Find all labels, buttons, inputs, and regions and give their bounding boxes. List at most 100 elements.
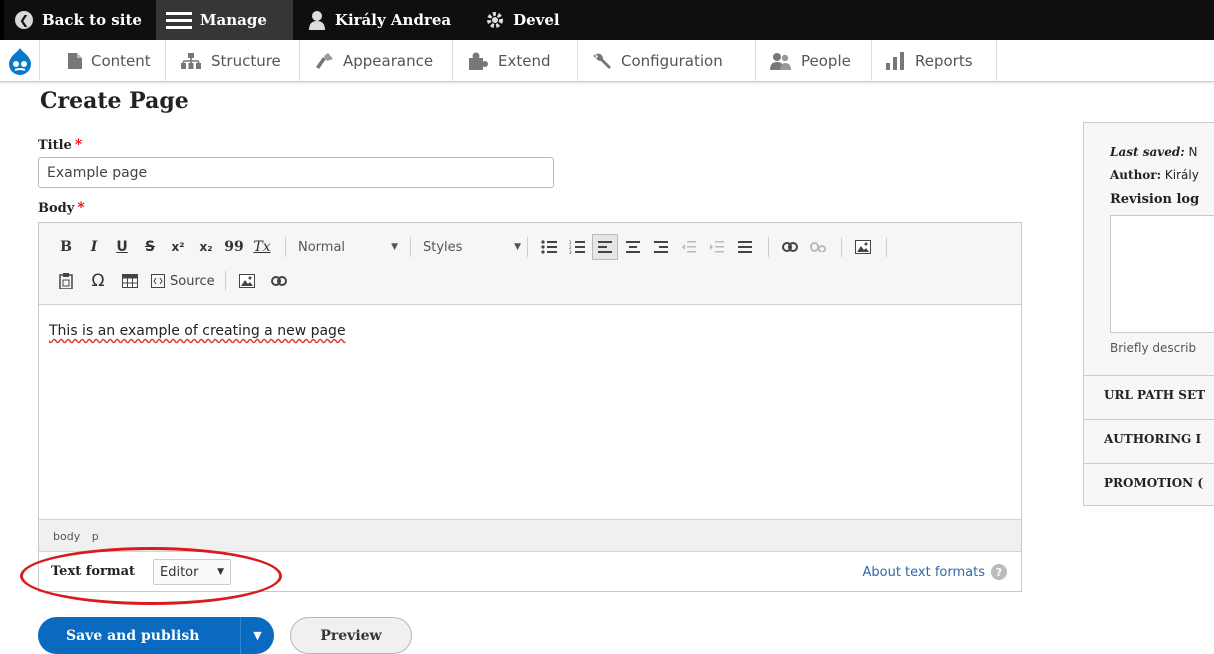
about-text-formats-link[interactable]: About text formats ?	[862, 564, 1007, 580]
text-format-label: Text format	[51, 564, 136, 579]
outdent-icon[interactable]	[676, 234, 702, 260]
preview-button[interactable]: Preview	[290, 617, 412, 654]
tray-item-configuration[interactable]: Configuration	[578, 40, 756, 82]
save-and-publish-button[interactable]: Save and publish ▼	[38, 617, 274, 654]
text-format-bar: Text format Editor ▼ About text formats …	[39, 551, 1021, 591]
align-right-icon[interactable]	[648, 234, 674, 260]
special-char-icon[interactable]: Ω	[85, 268, 111, 294]
editor-toolbar-row-1: B I U S x² x₂ 99 Tx Normal ▼ Styles ▼ 123	[53, 233, 895, 261]
body-editor: B I U S x² x₂ 99 Tx Normal ▼ Styles ▼ 123	[38, 222, 1022, 592]
admin-tray: Content Structure Appearance Extend Conf…	[0, 40, 1214, 82]
tray-item-extend[interactable]: Extend	[453, 40, 578, 82]
revision-log-textarea[interactable]	[1110, 215, 1214, 333]
link-icon[interactable]	[266, 268, 292, 294]
tray-label-content: Content	[91, 52, 151, 70]
toolbar-separator	[224, 271, 226, 291]
paste-icon[interactable]	[53, 268, 79, 294]
manage-label: Manage	[199, 11, 267, 29]
tray-item-structure[interactable]: Structure	[166, 40, 300, 82]
puzzle-icon	[469, 52, 488, 70]
save-options-dropdown[interactable]: ▼	[240, 617, 274, 654]
user-menu-tab[interactable]: Király Andrea	[293, 0, 465, 40]
numbered-list-icon[interactable]: 123	[564, 234, 590, 260]
image-icon[interactable]	[234, 268, 260, 294]
strikethrough-button[interactable]: S	[137, 234, 163, 260]
save-and-publish-label: Save and publish	[66, 627, 200, 644]
path-item-p[interactable]: p	[92, 530, 99, 543]
promotion-options-section[interactable]: PROMOTION (	[1084, 463, 1214, 503]
link-icon[interactable]	[777, 234, 803, 260]
hamburger-menu-icon	[165, 10, 192, 30]
caret-down-icon: ▼	[217, 567, 224, 577]
tray-label-appearance: Appearance	[343, 52, 434, 70]
user-name: Király Andrea	[334, 11, 452, 29]
body-field-label: Body *	[38, 200, 85, 216]
tray-item-people[interactable]: People	[756, 40, 872, 82]
tray-label-reports: Reports	[915, 52, 973, 70]
unlink-icon[interactable]	[805, 234, 831, 260]
gear-icon	[485, 10, 505, 30]
bulleted-list-icon[interactable]	[536, 234, 562, 260]
caret-down-icon: ▼	[514, 242, 521, 252]
caret-down-icon: ▼	[391, 242, 398, 252]
underline-button[interactable]: U	[109, 234, 135, 260]
devel-tab[interactable]: Devel	[465, 0, 574, 40]
indent-icon[interactable]	[704, 234, 730, 260]
back-to-site-label: Back to site	[42, 11, 142, 29]
tray-label-configuration: Configuration	[621, 52, 723, 70]
blockquote-button[interactable]: 99	[221, 234, 247, 260]
toolbar-separator	[886, 237, 887, 257]
image-icon[interactable]	[850, 234, 876, 260]
superscript-button[interactable]: x²	[165, 234, 191, 260]
title-field-label: Title *	[38, 137, 83, 153]
caret-down-icon: ▼	[253, 629, 262, 642]
toolbar-separator	[527, 237, 528, 257]
wrench-icon	[593, 53, 611, 69]
people-icon	[770, 53, 791, 70]
url-path-settings-section[interactable]: URL PATH SET	[1084, 375, 1214, 415]
tray-label-structure: Structure	[211, 52, 281, 70]
styles-combo-value: Styles	[423, 239, 463, 255]
editor-toolbar: B I U S x² x₂ 99 Tx Normal ▼ Styles ▼ 123	[39, 223, 1021, 305]
align-center-icon[interactable]	[620, 234, 646, 260]
tray-label-people: People	[801, 52, 851, 70]
path-item-body[interactable]: body	[53, 530, 80, 543]
remove-format-button[interactable]: Tx	[249, 234, 275, 260]
toolbar-separator	[841, 237, 842, 257]
back-to-site-link[interactable]: ❮ Back to site	[4, 0, 156, 40]
sitemap-icon	[181, 53, 201, 69]
source-button[interactable]: Source	[151, 268, 215, 294]
toolbar-separator	[410, 237, 411, 257]
subscript-button[interactable]: x₂	[193, 234, 219, 260]
tray-item-content[interactable]: Content	[40, 40, 166, 82]
styles-combo[interactable]: Styles ▼	[419, 235, 525, 259]
revision-log-label: Revision log	[1110, 192, 1200, 207]
source-label: Source	[170, 273, 215, 289]
tray-label-extend: Extend	[498, 52, 551, 70]
tray-item-appearance[interactable]: Appearance	[300, 40, 453, 82]
drupal-logo-icon[interactable]	[0, 40, 40, 82]
bold-button[interactable]: B	[53, 234, 79, 260]
align-justify-icon[interactable]	[732, 234, 758, 260]
toolbar-separator	[768, 237, 769, 257]
required-marker: *	[74, 137, 83, 153]
back-arrow-icon: ❮	[14, 10, 34, 30]
text-format-select[interactable]: Editor ▼	[153, 559, 231, 585]
page-title: Create Page	[40, 88, 189, 114]
editor-content-area[interactable]: This is an example of creating a new pag…	[39, 305, 1021, 519]
format-combo[interactable]: Normal ▼	[294, 235, 402, 259]
author: Author: Király	[1110, 168, 1199, 182]
align-left-icon[interactable]	[592, 234, 618, 260]
toolbar-separator	[285, 237, 286, 257]
title-input[interactable]	[38, 157, 554, 188]
italic-button[interactable]: I	[81, 234, 107, 260]
authoring-information-section[interactable]: AUTHORING I	[1084, 419, 1214, 459]
tray-item-reports[interactable]: Reports	[872, 40, 997, 82]
format-combo-value: Normal	[298, 239, 346, 255]
manage-tab[interactable]: Manage	[155, 0, 293, 40]
paintbrush-icon	[316, 53, 333, 69]
table-icon[interactable]	[117, 268, 143, 294]
admin-toolbar: ❮ Back to site Manage Király Andrea Deve…	[0, 0, 1214, 40]
element-path: body p	[39, 519, 1021, 551]
about-text-formats-label: About text formats	[862, 564, 985, 580]
